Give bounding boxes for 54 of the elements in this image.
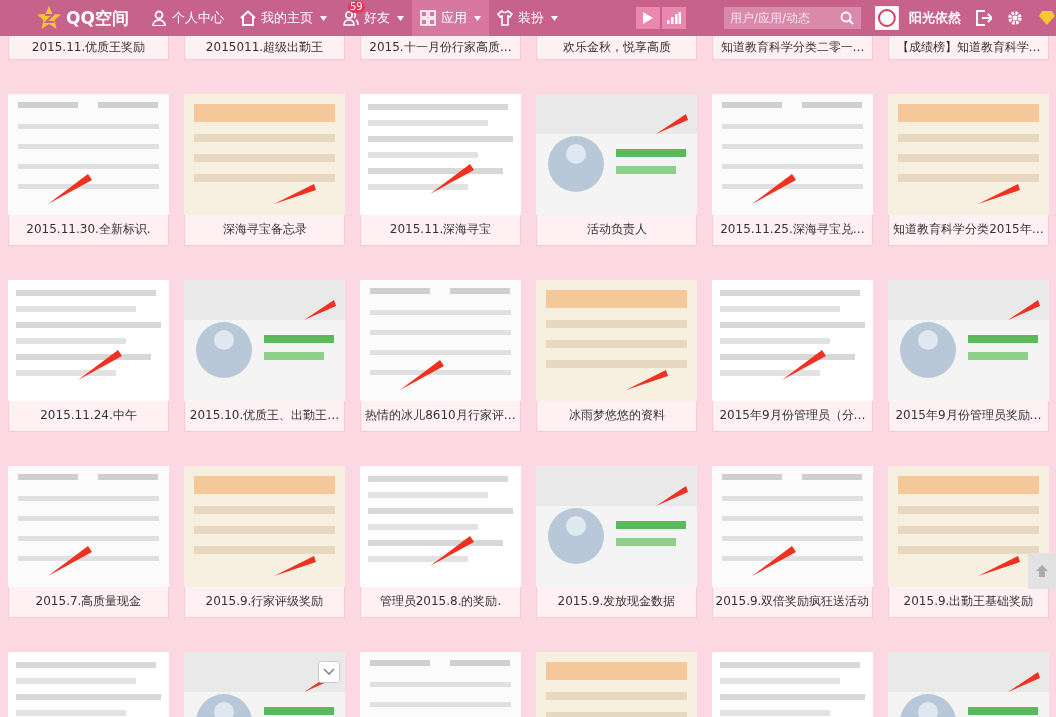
person-icon (150, 10, 167, 26)
album-caption[interactable]: 2015.10.优质王、出勤王… (184, 401, 345, 432)
home-icon (239, 10, 256, 26)
star-logo-icon[interactable] (36, 5, 62, 31)
album-caption[interactable]: 2015年9月份管理员奖励… (888, 401, 1049, 432)
album-caption[interactable]: 欢乐金秋，悦享高质 (536, 36, 697, 60)
play-button[interactable] (635, 7, 660, 29)
caret-icon (396, 15, 404, 21)
diamond-icon[interactable] (1038, 9, 1056, 27)
search-field[interactable]: 用户/应用/动态 (723, 7, 861, 29)
chevron-down-button[interactable] (318, 661, 340, 683)
chart-button[interactable] (661, 7, 686, 29)
user-name[interactable]: 阳光依然 (908, 9, 961, 27)
album-caption[interactable]: 2015.11.25.深海寻宝兑… (712, 215, 873, 246)
caret-icon (550, 15, 558, 21)
caret-icon (319, 15, 327, 21)
logo-text[interactable]: QQ空间 (66, 6, 129, 30)
search-icon[interactable] (839, 11, 854, 25)
album-caption[interactable]: 知道教育科学分类二零一… (712, 36, 873, 60)
album-caption[interactable]: 活动负责人 (536, 215, 697, 246)
album-caption[interactable]: 2015.十一月份行家高质… (360, 36, 521, 60)
album-caption[interactable]: 2015.7.高质量现金 (8, 587, 169, 618)
album-caption[interactable]: 热情的冰儿8610月行家评… (360, 401, 521, 432)
album-caption[interactable]: 2015.11.24.中午 (8, 401, 169, 432)
album-caption[interactable]: 2015.9.行家评级奖励 (184, 587, 345, 618)
album-caption[interactable]: 2015.11.深海寻宝 (360, 215, 521, 246)
avatar[interactable] (874, 6, 899, 30)
shirt-icon (496, 10, 513, 26)
nav-tab[interactable]: 装扮 (488, 0, 566, 36)
album-caption[interactable]: 知道教育科学分类2015年… (888, 215, 1049, 246)
album-caption[interactable]: 2015.11.30.全新标识. (8, 215, 169, 246)
play-icon (642, 12, 653, 24)
arrow-up-icon (1036, 565, 1048, 577)
album-caption[interactable]: 冰雨梦悠悠的资料 (536, 401, 697, 432)
album-caption[interactable]: 2015.9.出勤王基础奖励 (888, 587, 1049, 618)
settings-icon[interactable] (1006, 9, 1025, 27)
nav-tab[interactable]: 个人中心 (142, 0, 232, 36)
nav-tab[interactable]: 我的主页 (231, 0, 335, 36)
album-caption[interactable]: 2015.11.优质王奖励 (8, 36, 169, 60)
count-badge: 59 (347, 1, 365, 13)
logout-icon[interactable] (974, 9, 993, 27)
caret-icon (473, 15, 481, 21)
people-icon (342, 10, 359, 26)
nav-tab[interactable]: 好友 59 (334, 0, 412, 36)
album-caption[interactable]: 2015.9.双倍奖励疯狂送活动 (712, 587, 873, 618)
album-caption[interactable]: 【成绩榜】知道教育科学… (888, 36, 1049, 60)
bar-chart-icon (666, 12, 681, 24)
album-caption[interactable]: 2015.9.发放现金数据 (536, 587, 697, 618)
album-caption[interactable]: 深海寻宝备忘录 (184, 215, 345, 246)
album-caption[interactable]: 2015011.超级出勤王 (184, 36, 345, 60)
album-caption[interactable]: 管理员2015.8.的奖励. (360, 587, 521, 618)
album-caption[interactable]: 2015年9月份管理员（分… (712, 401, 873, 432)
chevron-down-icon (323, 668, 335, 676)
grid-icon (419, 10, 436, 26)
